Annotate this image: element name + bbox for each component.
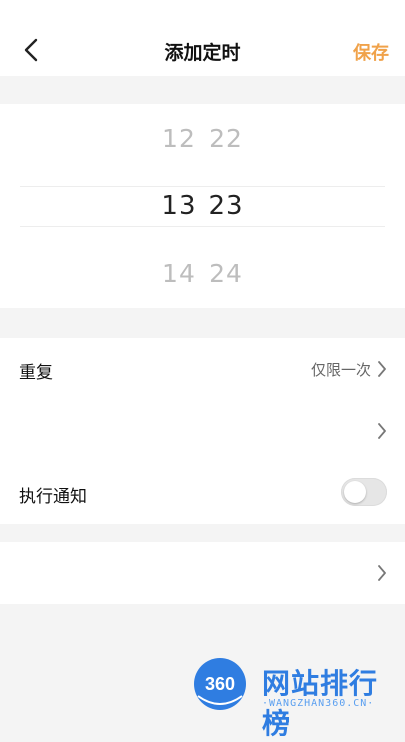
repeat-value: 仅限一次 [310, 361, 371, 379]
repeat-label: 重复 [19, 363, 53, 383]
watermark-logo: 360 网站排行榜 ·WANGZHAN360.CN· [192, 656, 405, 740]
badge-text: 360 [205, 674, 235, 694]
repeat-row[interactable]: 重复 仅限一次 [0, 338, 405, 400]
chevron-right-icon [378, 361, 386, 377]
picker-divider-top [20, 186, 385, 187]
time-picker[interactable]: 12 22 13 23 14 24 [0, 104, 405, 308]
notify-toggle[interactable] [341, 478, 387, 506]
minute-value-selected[interactable]: 23 [205, 191, 247, 221]
notify-label: 执行通知 [19, 487, 87, 507]
chevron-right-icon [378, 565, 386, 581]
360-badge-icon: 360 [194, 658, 246, 710]
picker-row-selected[interactable]: 13 23 [0, 191, 405, 221]
chevron-right-icon [378, 423, 386, 439]
settings-card: 重复 仅限一次 执行通知 [0, 338, 405, 524]
toggle-knob [344, 481, 366, 503]
picker-row[interactable]: 12 22 [0, 124, 405, 153]
extra-row[interactable] [0, 542, 405, 604]
hour-value-selected[interactable]: 13 [158, 191, 200, 221]
watermark-url: ·WANGZHAN360.CN· [262, 698, 375, 709]
notify-row: 执行通知 [0, 462, 405, 524]
minute-value[interactable]: 22 [205, 124, 247, 153]
picker-divider-bottom [20, 226, 385, 227]
top-bar: 添加定时 保存 [0, 0, 405, 76]
page-title: 添加定时 [164, 42, 241, 64]
minute-value[interactable]: 24 [205, 259, 247, 288]
picker-row[interactable]: 14 24 [0, 259, 405, 288]
hour-value[interactable]: 12 [158, 124, 200, 153]
blank-setting-row[interactable] [0, 400, 405, 462]
hour-value[interactable]: 14 [158, 259, 200, 288]
save-button[interactable]: 保存 [353, 39, 389, 65]
